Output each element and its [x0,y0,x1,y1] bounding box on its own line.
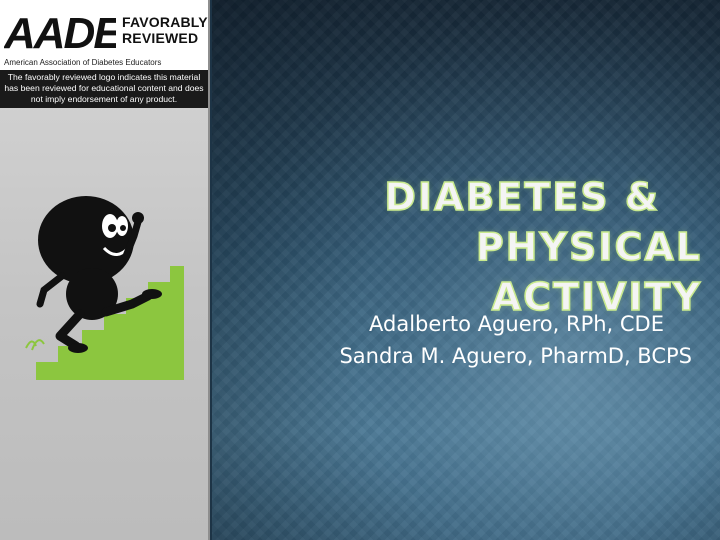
disclaimer-line3: not imply endorsement of any product. [30,94,178,104]
logo-wordmark: AADE [4,9,116,56]
left-panel: AADE FAVORABLY REVIEWED American Associa… [0,0,210,540]
running-figure-on-stairs-icon [25,196,184,380]
aade-logo-icon: AADE [4,9,116,56]
disclaimer-line2: has been reviewed for educational conten… [4,83,204,93]
logo-badge-text: FAVORABLY REVIEWED [122,14,208,46]
aade-logo: AADE FAVORABLY REVIEWED American Associa… [0,0,208,108]
slide-title: Diabetes & Physical Activity [286,172,706,322]
logo-badge-line1: FAVORABLY [122,14,208,30]
logo-badge-line2: REVIEWED [122,30,199,46]
logo-disclaimer: The favorably reviewed logo indicates th… [0,70,208,108]
logo-organization: American Association of Diabetes Educato… [4,58,162,67]
title-line2: Physical Activity [475,224,702,320]
slide-authors: Adalberto Aguero, RPh, CDE Sandra M. Agu… [240,308,692,372]
title-line1: Diabetes & [384,174,660,220]
author-line2: Sandra M. Aguero, PharmD, BCPS [339,344,692,368]
disclaimer-line1: The favorably reviewed logo indicates th… [7,72,201,82]
author-line1: Adalberto Aguero, RPh, CDE [369,312,664,336]
slide: AADE FAVORABLY REVIEWED American Associa… [0,0,720,540]
